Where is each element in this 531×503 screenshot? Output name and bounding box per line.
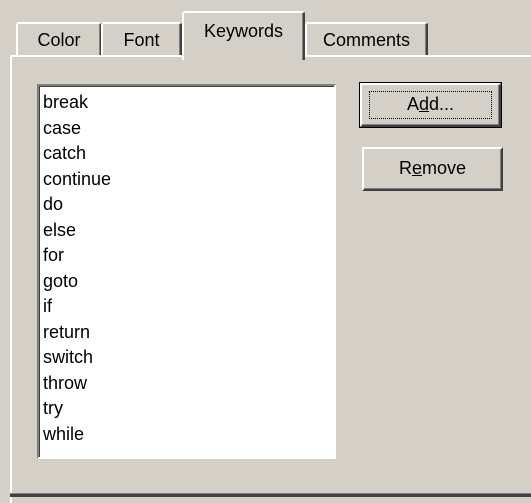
remove-button-mnemonic: e: [411, 158, 422, 178]
tab-color[interactable]: Color: [16, 22, 102, 58]
keyword-item-case[interactable]: case: [43, 116, 334, 142]
add-button-mnemonic: d: [418, 94, 429, 114]
tab-font[interactable]: Font: [101, 22, 182, 58]
tab-keywords-label: Keywords: [203, 21, 284, 41]
keyword-item-continue[interactable]: continue: [43, 167, 334, 193]
keyword-item-while[interactable]: while: [43, 422, 334, 448]
keyword-item-goto[interactable]: goto: [43, 269, 334, 295]
remove-button[interactable]: Remove: [362, 147, 503, 191]
panel-bottom-edge: [10, 494, 531, 497]
tab-font-label: Font: [123, 30, 160, 50]
tab-strip: Color Font Keywords Comments: [0, 0, 531, 60]
keyword-item-throw[interactable]: throw: [43, 371, 334, 397]
keyword-item-return[interactable]: return: [43, 320, 334, 346]
keyword-item-else[interactable]: else: [43, 218, 334, 244]
keyword-item-break[interactable]: break: [43, 90, 334, 116]
keyword-item-try[interactable]: try: [43, 396, 334, 422]
tab-color-label: Color: [37, 30, 81, 50]
add-button[interactable]: Add...: [359, 82, 502, 128]
keyword-item-if[interactable]: if: [43, 294, 334, 320]
keyword-item-do[interactable]: do: [43, 192, 334, 218]
add-button-label: Add...: [406, 94, 455, 114]
keyword-item-for[interactable]: for: [43, 243, 334, 269]
tab-comments[interactable]: Comments: [305, 22, 428, 58]
keyword-item-switch[interactable]: switch: [43, 345, 334, 371]
keywords-listbox[interactable]: break case catch continue do else for go…: [37, 84, 336, 459]
tab-comments-label: Comments: [322, 30, 411, 50]
remove-button-label: Remove: [398, 158, 467, 178]
tab-keywords[interactable]: Keywords: [182, 11, 305, 60]
keyword-item-catch[interactable]: catch: [43, 141, 334, 167]
